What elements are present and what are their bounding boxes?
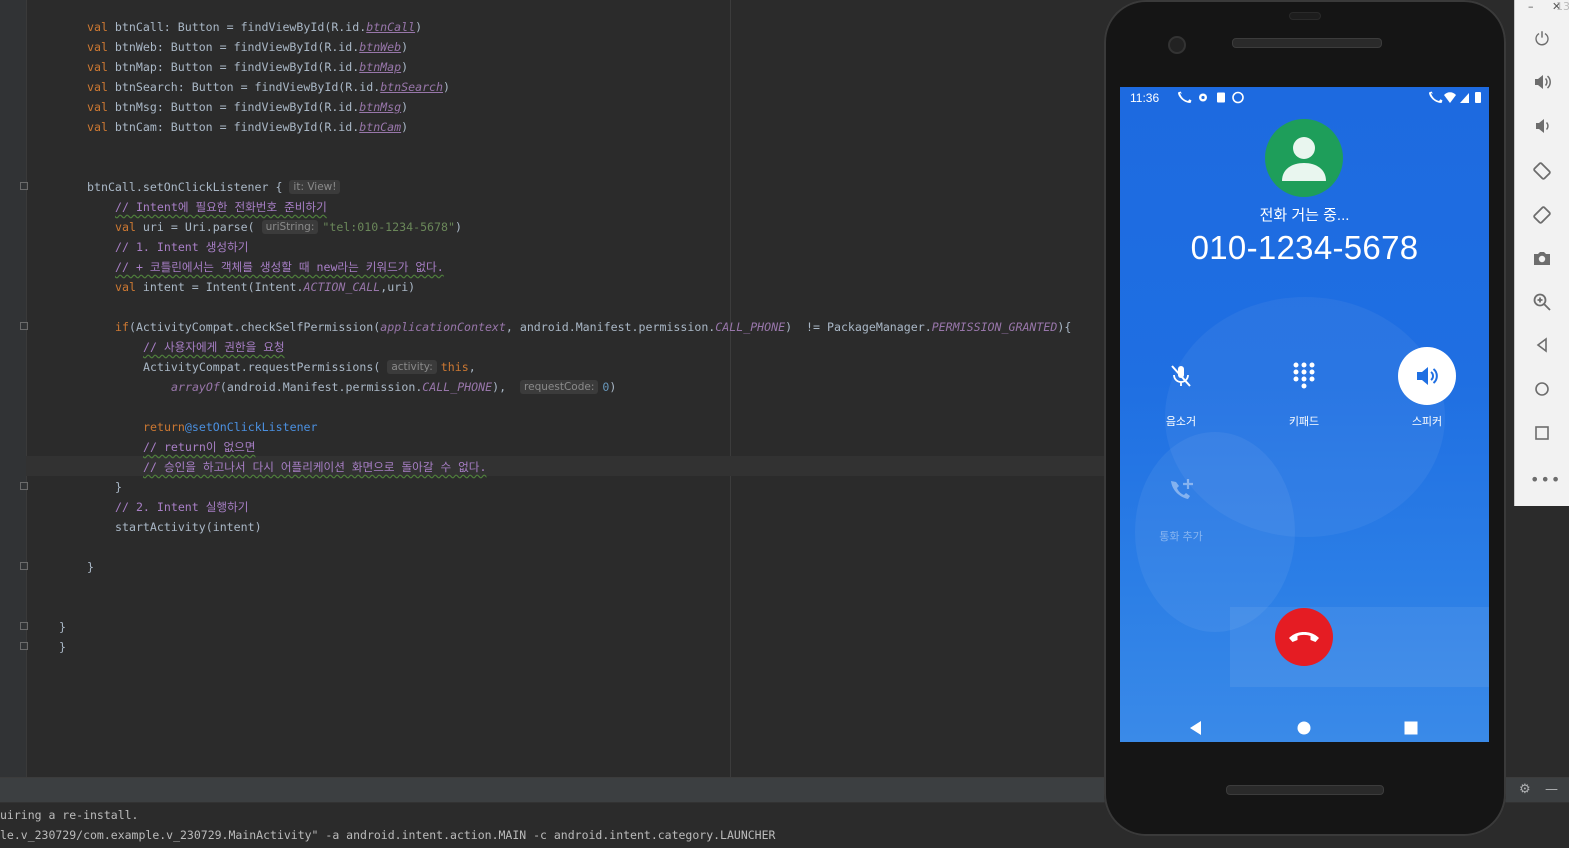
code-line: val btnWeb: Button = findViewById(R.id.b…	[87, 40, 409, 54]
code-comment: // Intent에 필요한 전화번호 준비하기	[115, 200, 327, 214]
camera-icon[interactable]	[1530, 248, 1554, 272]
code-line: }	[59, 620, 66, 634]
emulator-toolbar: – ✕ ⏻ •••	[1514, 0, 1569, 506]
notification-icons	[1178, 91, 1244, 104]
nav-home-icon[interactable]	[1297, 721, 1311, 735]
nav-recents-icon[interactable]	[1404, 721, 1418, 735]
phone-screen[interactable]: 11:36 전화 거는 중... 010-1234-5678 음소거 키패드 스…	[1120, 87, 1489, 742]
fold-marker[interactable]	[20, 182, 28, 190]
code-line: val uri = Uri.parse( uriString: "tel:010-…	[115, 220, 462, 234]
code-line: startActivity(intent)	[115, 520, 262, 534]
fold-marker[interactable]	[20, 562, 28, 570]
fold-marker[interactable]	[20, 642, 28, 650]
android-emulator-device: 11:36 전화 거는 중... 010-1234-5678 음소거 키패드 스…	[1104, 0, 1506, 836]
system-status-icons	[1429, 91, 1481, 103]
speaker-button[interactable]: 스피커	[1387, 347, 1467, 429]
call-status-text: 전화 거는 중...	[1259, 207, 1350, 224]
keypad-label: 키패드	[1288, 416, 1320, 428]
volume-up-icon[interactable]	[1530, 72, 1554, 96]
code-comment: // 1. Intent 생성하기	[115, 240, 249, 254]
dialpad-icon	[1275, 347, 1333, 405]
add-call-label: 통화 추가	[1159, 531, 1203, 543]
rotate-left-icon[interactable]	[1530, 160, 1554, 184]
add-call-icon	[1152, 462, 1210, 520]
minimize-button[interactable]: –	[1528, 0, 1534, 13]
more-icon[interactable]: •••	[1530, 468, 1560, 492]
fold-marker[interactable]	[20, 322, 28, 330]
code-line: val btnCam: Button = findViewById(R.id.b…	[87, 120, 409, 134]
code-line: }	[115, 480, 122, 494]
sensor	[1289, 12, 1321, 20]
bottom-speaker	[1226, 785, 1384, 795]
back-icon[interactable]	[1530, 336, 1554, 360]
code-comment: // return이 없으면	[143, 440, 256, 454]
code-line: val btnSearch: Button = findViewById(R.i…	[87, 80, 450, 94]
code-line: }	[59, 640, 66, 654]
code-line: val btnCall: Button = findViewById(R.id.…	[87, 20, 423, 34]
param-hint: uriString:	[261, 220, 319, 234]
speaker-icon	[1398, 347, 1456, 405]
code-comment: // 2. Intent 실행하기	[115, 500, 249, 514]
fold-marker[interactable]	[20, 482, 28, 490]
nav-back-icon[interactable]	[1188, 720, 1204, 736]
code-line: btnCall.setOnClickListener { it: View!	[87, 177, 344, 197]
rotate-right-icon[interactable]	[1530, 204, 1554, 228]
hang-up-icon	[1289, 632, 1319, 642]
code-line: }	[87, 560, 94, 574]
param-hint: activity:	[387, 360, 437, 374]
code-line: ActivityCompat.requestPermissions( activ…	[143, 360, 476, 374]
mic-off-icon	[1152, 347, 1210, 405]
console-output-line: le.v_230729/com.example.v_230729.MainAct…	[0, 828, 776, 842]
android-nav-bar	[1120, 682, 1489, 742]
code-comment: // + 코틀린에서는 객체를 생성할 때 new라는 키워드가 없다.	[115, 260, 444, 274]
speaker-label: 스피커	[1411, 416, 1443, 428]
gear-icon[interactable]: ⚙	[1519, 782, 1531, 797]
code-line: if(ActivityCompat.checkSelfPermission(ap…	[115, 320, 1072, 334]
code-comment: // 승인을 하고나서 다시 어플리케이션 화면으로 돌아갈 수 없다.	[143, 460, 487, 474]
overview-icon[interactable]	[1530, 424, 1554, 448]
mute-button[interactable]: 음소거	[1141, 347, 1221, 429]
console-output-line: uiring a re-install.	[0, 808, 139, 822]
front-camera	[1168, 36, 1186, 54]
earpiece-speaker	[1232, 38, 1382, 48]
end-call-button[interactable]	[1275, 608, 1333, 666]
status-bar: 11:36	[1130, 91, 1481, 105]
code-line: val intent = Intent(Intent.ACTION_CALL,u…	[115, 280, 416, 294]
editor-gutter	[0, 0, 28, 777]
zoom-icon[interactable]	[1530, 292, 1554, 316]
add-call-button[interactable]: 통화 추가	[1141, 462, 1221, 544]
contact-avatar	[1265, 119, 1343, 197]
param-hint: it: View!	[289, 180, 341, 194]
code-line: return@setOnClickListener	[143, 420, 318, 434]
phone-number: 010-1234-5678	[1190, 229, 1419, 266]
code-line: val btnMsg: Button = findViewById(R.id.b…	[87, 100, 409, 114]
param-hint: requestCode:	[520, 380, 599, 394]
code-line: val btnMap: Button = findViewById(R.id.b…	[87, 60, 409, 74]
home-icon[interactable]	[1530, 380, 1554, 404]
power-icon[interactable]: ⏻	[1530, 28, 1554, 52]
window-corner-text: 13	[1556, 0, 1569, 13]
code-line: arrayOf(android.Manifest.permission.CALL…	[171, 380, 617, 394]
keypad-button[interactable]: 키패드	[1264, 347, 1344, 429]
mute-label: 음소거	[1165, 416, 1197, 428]
hide-panel-icon[interactable]: —	[1545, 782, 1558, 797]
right-margin-guide	[730, 0, 731, 777]
status-time: 11:36	[1130, 91, 1160, 105]
fold-marker[interactable]	[20, 622, 28, 630]
code-comment: // 사용자에게 권한을 요청	[143, 340, 285, 354]
volume-down-icon[interactable]	[1530, 116, 1554, 140]
